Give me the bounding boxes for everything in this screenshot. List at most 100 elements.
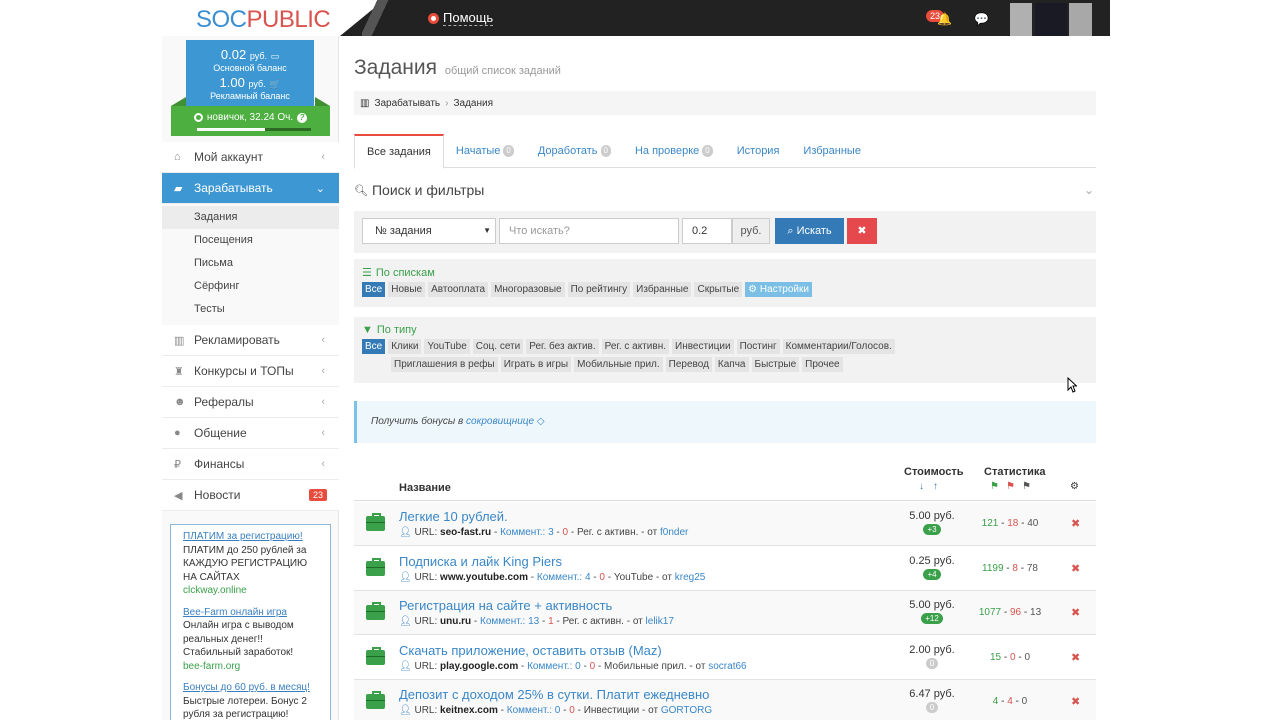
- chip-type-clicks[interactable]: Клики: [388, 339, 422, 354]
- gears-icon: ⚙: [1070, 481, 1079, 492]
- chip-type-invites[interactable]: Приглашения в рефы: [391, 357, 498, 372]
- chip-type-youtube[interactable]: YouTube: [424, 339, 470, 354]
- chip-type-social[interactable]: Соц. сети: [472, 339, 524, 354]
- filters-toggle[interactable]: 🔍︎ Поиск и фильтры ⌄: [354, 182, 1096, 198]
- chip-list-all[interactable]: Все: [362, 282, 386, 297]
- sidebar-item-earn[interactable]: ▰ Зарабатывать ⌄: [162, 173, 339, 204]
- chip-type-captcha[interactable]: Капча: [714, 357, 749, 372]
- chip-list-rating[interactable]: По рейтингу: [567, 282, 631, 297]
- sidebar-item-referrals[interactable]: ☻ Рефералы ‹: [162, 387, 339, 418]
- level-bar[interactable]: новичок, 32.24 Оч.?: [171, 97, 330, 136]
- chip-type-posting[interactable]: Постинг: [736, 339, 780, 354]
- hide-task-icon[interactable]: ✖: [1071, 606, 1080, 619]
- ad-title[interactable]: Bee-Farm онлайн игра: [183, 606, 318, 620]
- price-badge: +12: [921, 613, 943, 624]
- search-input[interactable]: Что искать?: [499, 218, 679, 244]
- sidebar-item-news[interactable]: ◀ Новости 23: [162, 480, 339, 511]
- tab-history[interactable]: История: [725, 134, 792, 168]
- chip-type-reg-activity[interactable]: Рег. с активн.: [601, 339, 670, 354]
- chip-type-games[interactable]: Играть в игры: [500, 357, 572, 372]
- comments-link[interactable]: Коммент.:: [527, 661, 572, 672]
- user-icon: 👤︎: [399, 571, 412, 583]
- ad-title[interactable]: ПЛАТИМ за регистрацию!: [183, 530, 318, 544]
- submenu-item-letters[interactable]: Письма: [162, 252, 339, 275]
- table-header: Название Стоимость Статистика ↓↑ ⚑ ⚑ ⚑ ⚙: [354, 461, 1096, 501]
- treasury-link[interactable]: сокровищнице: [466, 416, 534, 427]
- chip-type-other[interactable]: Прочее: [802, 357, 843, 372]
- flag-green-icon: ⚑: [990, 481, 999, 492]
- chip-type-fast[interactable]: Быстрые: [751, 357, 800, 372]
- help-link[interactable]: Помощь: [428, 10, 494, 26]
- flag-red-icon: ⚑: [1005, 481, 1015, 492]
- hide-task-icon[interactable]: ✖: [1071, 695, 1080, 708]
- comments-link[interactable]: Коммент.:: [507, 705, 552, 716]
- chip-list-autopay[interactable]: Автооплата: [428, 282, 489, 297]
- chip-type-translate[interactable]: Перевод: [665, 357, 712, 372]
- site-logo[interactable]: SOCPUBLIC: [196, 6, 331, 34]
- tab-rework[interactable]: Доработать 0: [526, 134, 623, 168]
- ad-domain[interactable]: bee-farm.org: [183, 660, 318, 674]
- submenu-item-surfing[interactable]: Сёрфинг: [162, 275, 339, 298]
- chip-type-comments[interactable]: Комментарии/Голосов.: [782, 339, 895, 354]
- sidebar-item-contests[interactable]: ♜ Конкурсы и ТОПы ‹: [162, 356, 339, 387]
- search-button[interactable]: ⌕ Искать: [775, 218, 844, 244]
- task-author[interactable]: socrat66: [708, 661, 746, 672]
- search-type-select[interactable]: № задания ▼: [362, 218, 496, 244]
- comments-link[interactable]: Коммент.:: [500, 527, 545, 538]
- chip-list-hidden[interactable]: Скрытые: [694, 282, 743, 297]
- comments-link[interactable]: Коммент.:: [537, 572, 582, 583]
- task-title[interactable]: Депозит с доходом 25% в сутки. Платит еж…: [399, 687, 709, 702]
- task-author[interactable]: GORTORG: [661, 705, 712, 716]
- chevron-left-icon: ‹: [321, 427, 325, 439]
- clear-button[interactable]: ✖: [847, 218, 877, 244]
- ad-title[interactable]: Бонусы до 60 руб. в месяц!: [183, 681, 318, 695]
- task-title[interactable]: Регистрация на сайте + активность: [399, 598, 612, 613]
- chip-type-investments[interactable]: Инвестиции: [672, 339, 734, 354]
- question-icon[interactable]: ?: [297, 112, 308, 123]
- user-panel[interactable]: [1010, 3, 1032, 36]
- ad-domain[interactable]: clckway.online: [183, 584, 318, 598]
- chip-type-mobile[interactable]: Мобильные прил.: [574, 357, 663, 372]
- sort-desc-icon[interactable]: ↓: [919, 481, 933, 492]
- submenu-item-tasks[interactable]: Задания: [162, 206, 339, 229]
- task-url: unu.ru: [440, 616, 472, 627]
- task-price: 2.00 руб. 0: [909, 643, 955, 669]
- tab-favorites[interactable]: Избранные: [791, 134, 873, 168]
- breadcrumb-item[interactable]: Зарабатывать: [374, 98, 440, 109]
- ad-text: Онлайн игра с выводом реальных денег!! С…: [183, 620, 294, 658]
- gears-icon: ⚙: [748, 284, 758, 295]
- sidebar-item-advertise[interactable]: ▥ Рекламировать ‹: [162, 325, 339, 356]
- tab-started[interactable]: Начатые 0: [444, 134, 526, 168]
- task-author[interactable]: kreg25: [675, 572, 706, 583]
- sidebar-item-account[interactable]: ⌂ Мой аккаунт ‹: [162, 142, 339, 173]
- settings-button[interactable]: ⚙ Настройки: [745, 282, 812, 297]
- briefcase-icon: [366, 557, 385, 576]
- chip-type-reg-no-activity[interactable]: Рег. без актив.: [526, 339, 599, 354]
- comments-link[interactable]: Коммент.:: [480, 616, 525, 627]
- task-author[interactable]: lelik17: [646, 616, 674, 627]
- chevron-right-icon: ›: [445, 97, 449, 109]
- sort-asc-icon[interactable]: ↑: [933, 481, 947, 492]
- tab-all[interactable]: Все задания: [354, 134, 444, 169]
- hide-task-icon[interactable]: ✖: [1071, 562, 1080, 575]
- sidebar-item-finance[interactable]: ₽ Финансы ‹: [162, 449, 339, 480]
- task-title[interactable]: Легкие 10 рублей.: [399, 509, 508, 524]
- filter-by-type: ▼ По типу Все Клики YouTube Соц. сети Рег…: [354, 317, 1096, 383]
- hide-task-icon[interactable]: ✖: [1071, 651, 1080, 664]
- chip-list-new[interactable]: Новые: [388, 282, 426, 297]
- submenu-item-visits[interactable]: Посещения: [162, 229, 339, 252]
- task-title[interactable]: Скачать приложение, оставить отзыв (Maz): [399, 643, 662, 658]
- price-input[interactable]: 0.2: [682, 218, 732, 244]
- task-author[interactable]: f0nder: [660, 527, 688, 538]
- chip-list-reusable[interactable]: Многоразовые: [491, 282, 565, 297]
- submenu-item-tests[interactable]: Тесты: [162, 298, 339, 321]
- task-title[interactable]: Подписка и лайк King Piers: [399, 554, 562, 569]
- bell-icon[interactable]: 🔔: [937, 12, 952, 26]
- chart-icon: ▥: [174, 334, 185, 347]
- chat-icon[interactable]: 💬: [974, 12, 989, 26]
- tab-review[interactable]: На проверке 0: [623, 134, 725, 168]
- sidebar-item-chat[interactable]: ● Общение ‹: [162, 418, 339, 449]
- chip-list-favorites[interactable]: Избранные: [633, 282, 692, 297]
- hide-task-icon[interactable]: ✖: [1071, 517, 1080, 530]
- chip-type-all[interactable]: Все: [362, 339, 386, 354]
